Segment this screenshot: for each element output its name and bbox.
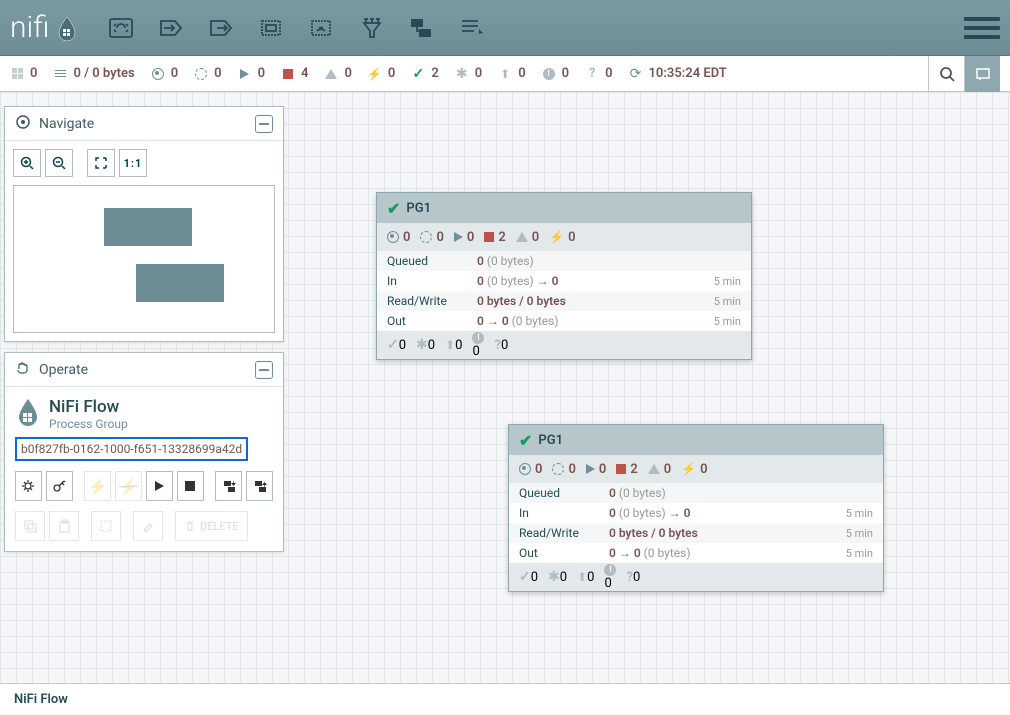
pg1-header: ✔PG1 (377, 193, 751, 223)
sync-failure-stat: !0 (542, 66, 569, 81)
check-icon: ✔ (387, 199, 400, 218)
breadcrumb[interactable]: NiFi Flow (0, 683, 1010, 715)
operate-title: Operate (39, 362, 88, 378)
flow-canvas[interactable]: Navigate 1:1 Operate (0, 92, 1010, 683)
logo-drop-icon (53, 14, 81, 42)
paste-button (49, 511, 79, 541)
funnel-tool-icon[interactable] (351, 8, 391, 48)
pg2-header: ✔PG1 (509, 425, 883, 455)
not-transmitting-stat: 0 (194, 66, 221, 81)
copy-button (15, 511, 45, 541)
remote-group-tool-icon[interactable] (301, 8, 341, 48)
group-button (91, 511, 121, 541)
pg2-footer: ✓0 ✱0 ⬆0 !0 ?0 (509, 563, 883, 591)
flow-drop-icon (15, 397, 41, 427)
flow-name: NiFi Flow (49, 397, 128, 417)
uptodate-stat: ✓2 (411, 66, 438, 81)
output-port-tool-icon[interactable] (201, 8, 241, 48)
template-tool-icon[interactable] (401, 8, 441, 48)
access-policies-button[interactable] (46, 471, 73, 501)
birdseye-view[interactable] (13, 185, 275, 333)
birdseye-pg2 (136, 264, 224, 302)
breadcrumb-root[interactable]: NiFi Flow (14, 692, 68, 707)
unknown-stat: ?0 (585, 66, 612, 81)
flow-uuid[interactable]: b0f827fb-0162-1000-f651-13328699a42d (15, 437, 248, 461)
top-toolbar: nifi (0, 0, 1010, 56)
running-stat: 0 (238, 66, 265, 81)
queue-stat: 0 / 0 bytes (53, 66, 134, 81)
start-button[interactable] (146, 471, 173, 501)
pg1-footer: ✓0 ✱0 ⬆0 !0 ?0 (377, 331, 751, 359)
refresh-stat[interactable]: ⟳10:35:24 EDT (629, 66, 727, 81)
zoom-in-button[interactable] (13, 149, 41, 177)
collapse-navigate-icon[interactable] (255, 115, 273, 133)
transmitting-stat: 0 (151, 66, 178, 81)
delete-button: DELETE (175, 511, 248, 541)
color-button (133, 511, 163, 541)
stale-stat: ⬆0 (498, 66, 525, 81)
process-group-2[interactable]: ✔PG1 0 0 0 2 0 ⚡0 Queued0 (0 bytes) In0 … (508, 424, 884, 592)
hand-icon (15, 360, 31, 380)
zoom-fit-button[interactable] (87, 149, 115, 177)
configure-button[interactable] (15, 471, 42, 501)
locally-modified-stat: ✱0 (455, 66, 482, 81)
global-menu-icon[interactable] (964, 10, 1000, 46)
active-threads-stat: 0 (10, 66, 37, 81)
disable-button: ⚡ (115, 471, 142, 501)
zoom-actual-button[interactable]: 1:1 (119, 149, 147, 177)
navigate-header: Navigate (5, 107, 283, 141)
stop-button[interactable] (177, 471, 204, 501)
pg1-status-row: 0 0 0 2 0 ⚡0 (377, 223, 751, 251)
disabled-stat: ⚡0 (368, 66, 395, 81)
birdseye-pg1 (104, 208, 192, 246)
compass-icon (15, 114, 31, 134)
operate-panel: Operate NiFi Flow Process Group b0f827fb… (4, 352, 284, 552)
operate-header: Operate (5, 353, 283, 387)
logo: nifi (10, 10, 81, 45)
processor-tool-icon[interactable] (101, 8, 141, 48)
pg2-status-row: 0 0 0 2 0 ⚡0 (509, 455, 883, 483)
collapse-operate-icon[interactable] (255, 361, 273, 379)
input-port-tool-icon[interactable] (151, 8, 191, 48)
process-group-tool-icon[interactable] (251, 8, 291, 48)
navigate-panel: Navigate 1:1 (4, 106, 284, 342)
enable-button: ⚡ (84, 471, 111, 501)
search-button[interactable] (928, 56, 964, 92)
upload-template-button[interactable] (246, 471, 273, 501)
zoom-out-button[interactable] (45, 149, 73, 177)
status-bar: 0 0 / 0 bytes 0 0 0 4 0 ⚡0 ✓2 ✱0 ⬆0 !0 ?… (0, 56, 1010, 92)
create-template-button[interactable] (215, 471, 242, 501)
check-icon: ✔ (519, 431, 532, 450)
navigate-title: Navigate (39, 116, 94, 132)
process-group-1[interactable]: ✔PG1 0 0 0 2 0 ⚡0 Queued0 (0 bytes) In0 … (376, 192, 752, 360)
stopped-stat: 4 (281, 66, 308, 81)
invalid-stat: 0 (324, 66, 351, 81)
flow-type: Process Group (49, 417, 128, 431)
label-tool-icon[interactable] (451, 8, 491, 48)
bulletin-button[interactable] (964, 56, 1000, 92)
